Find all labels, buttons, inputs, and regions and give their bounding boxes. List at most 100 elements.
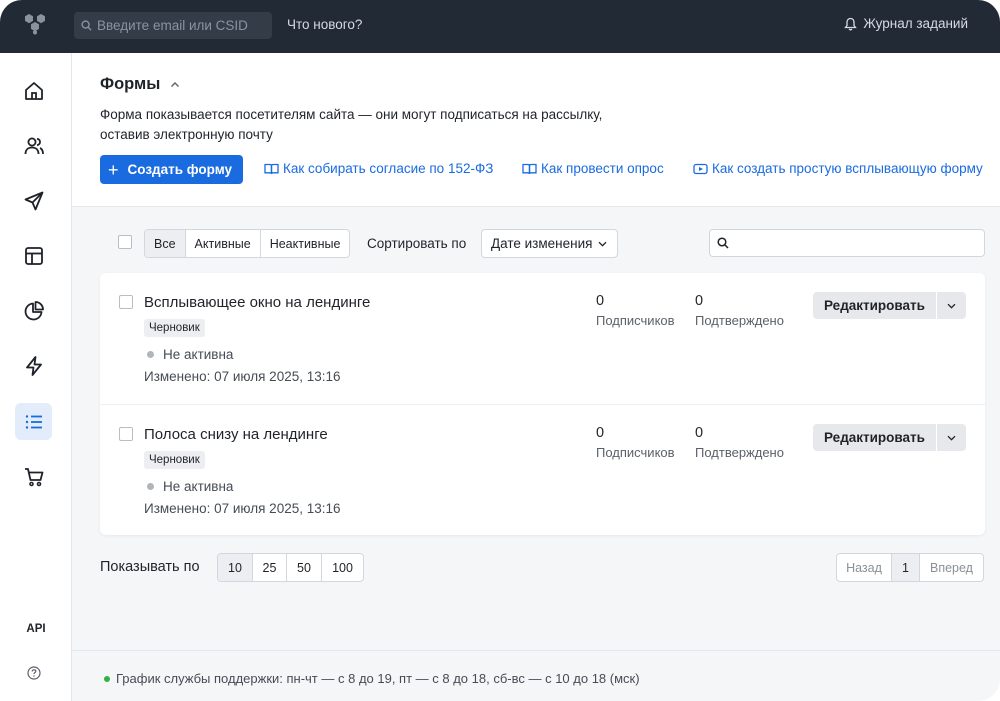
edit-button-group: Редактировать — [813, 292, 966, 319]
task-journal-label: Журнал заданий — [863, 16, 968, 31]
help-link-survey-label: Как провести опрос — [541, 161, 664, 176]
confirmed-stat: 0 Подтверждено — [695, 293, 784, 328]
confirmed-count: 0 — [695, 425, 704, 441]
sort-select-value: Дате изменения — [491, 236, 593, 251]
page-header: Формы Форма показывается посетителям сай… — [72, 53, 1000, 207]
status-dot-icon — [147, 351, 154, 358]
prev-page-button[interactable]: Назад — [837, 554, 892, 581]
help-link-popup-video[interactable]: Как создать простую всплывающую форму — [693, 161, 983, 176]
chevron-up-icon[interactable] — [170, 81, 180, 88]
edit-dropdown-button[interactable] — [937, 292, 966, 319]
whats-new-link[interactable]: Что нового? — [287, 17, 362, 32]
users-icon — [24, 137, 44, 154]
form-status-label: Не активна — [163, 347, 234, 362]
form-changed-date: Изменено: 07 июля 2025, 13:16 — [144, 369, 341, 384]
edit-button[interactable]: Редактировать — [813, 292, 936, 319]
page-size-selector: 10 25 50 100 — [217, 553, 364, 582]
confirmed-count: 0 — [695, 293, 704, 309]
status-dot-icon — [147, 483, 154, 490]
page-title-row[interactable]: Формы — [100, 75, 180, 94]
help-icon[interactable] — [27, 666, 41, 680]
list-icon — [25, 414, 42, 429]
sidebar-item-reports[interactable] — [15, 292, 52, 329]
page-size-25[interactable]: 25 — [253, 554, 287, 581]
sort-select[interactable]: Дате изменения — [481, 229, 618, 258]
send-icon — [24, 191, 43, 210]
confirmed-label: Подтверждено — [695, 313, 784, 328]
edit-dropdown-button[interactable] — [937, 424, 966, 451]
subscribers-stat: 0 Подписчиков — [596, 293, 675, 328]
cart-icon — [24, 467, 43, 486]
sidebar-item-contacts[interactable] — [15, 127, 52, 164]
subscribers-stat: 0 Подписчиков — [596, 425, 675, 460]
sidebar: API — [0, 53, 72, 701]
tab-inactive[interactable]: Неактивные — [261, 230, 350, 257]
next-page-button[interactable]: Вперед — [920, 554, 983, 581]
sidebar-item-ecommerce[interactable] — [15, 458, 52, 495]
plus-icon: + — [108, 159, 119, 180]
confirmed-label: Подтверждено — [695, 445, 784, 460]
page-size-10[interactable]: 10 — [218, 554, 253, 581]
list-item: Всплывающее окно на лендинге Черновик Не… — [100, 273, 985, 404]
tab-all[interactable]: Все — [145, 230, 186, 257]
pager: Назад 1 Вперед — [836, 553, 984, 582]
footer-divider — [72, 650, 1000, 651]
subscribers-label: Подписчиков — [596, 445, 675, 460]
sidebar-item-templates[interactable] — [15, 237, 52, 274]
select-all-checkbox[interactable] — [118, 235, 132, 249]
top-bar: Введите email или CSID Что нового? Журна… — [0, 0, 1000, 53]
task-journal-link[interactable]: Журнал заданий — [844, 16, 968, 31]
app-frame: Введите email или CSID Что нового? Журна… — [0, 0, 1000, 701]
chevron-down-icon — [947, 435, 956, 441]
support-schedule-text: График службы поддержки: пн-чт — с 8 до … — [116, 671, 640, 686]
form-name-link[interactable]: Всплывающее окно на лендинге — [144, 294, 370, 311]
page-number-current[interactable]: 1 — [892, 554, 920, 581]
page-size-label: Показывать по — [100, 559, 200, 575]
sidebar-item-home[interactable] — [15, 72, 52, 109]
video-play-icon — [693, 163, 708, 174]
home-icon — [24, 81, 43, 100]
global-search-placeholder: Введите email или CSID — [97, 18, 248, 33]
global-search-input[interactable]: Введите email или CSID — [74, 12, 272, 39]
book-icon — [264, 163, 279, 174]
sidebar-item-campaigns[interactable] — [15, 182, 52, 219]
sidebar-item-automation[interactable] — [15, 347, 52, 384]
subscribers-label: Подписчиков — [596, 313, 675, 328]
status-badge: Черновик — [144, 319, 205, 337]
forms-list: Всплывающее окно на лендинге Черновик Не… — [100, 273, 985, 535]
form-name-link[interactable]: Полоса снизу на лендинге — [144, 426, 328, 443]
subscribers-count: 0 — [596, 425, 605, 441]
search-icon — [717, 237, 729, 249]
forms-search-input[interactable] — [709, 229, 985, 257]
status-badge: Черновик — [144, 451, 205, 469]
create-form-button[interactable]: + Создать форму — [100, 155, 243, 184]
support-schedule: График службы поддержки: пн-чт — с 8 до … — [104, 671, 640, 686]
online-dot-icon — [104, 675, 110, 682]
form-changed-date: Изменено: 07 июля 2025, 13:16 — [144, 501, 341, 516]
help-link-consent[interactable]: Как собирать согласие по 152-ФЗ — [264, 161, 493, 176]
sidebar-api-link[interactable]: API — [0, 623, 72, 635]
edit-button-group: Редактировать — [813, 424, 966, 451]
help-link-consent-label: Как собирать согласие по 152-ФЗ — [283, 161, 494, 176]
subscribers-count: 0 — [596, 293, 605, 309]
help-link-survey[interactable]: Как провести опрос — [522, 161, 664, 176]
lightning-icon — [25, 355, 42, 376]
form-status: Не активна — [147, 479, 233, 494]
sidebar-item-forms[interactable] — [15, 403, 52, 440]
page-size-100[interactable]: 100 — [322, 554, 363, 581]
create-form-label: Создать форму — [127, 162, 233, 177]
form-status: Не активна — [147, 347, 233, 362]
page-size-50[interactable]: 50 — [287, 554, 322, 581]
row-checkbox[interactable] — [119, 427, 133, 441]
bell-icon — [844, 17, 858, 30]
edit-button[interactable]: Редактировать — [813, 424, 936, 451]
help-link-popup-label: Как создать простую всплывающую форму — [712, 161, 983, 176]
book-icon — [522, 163, 537, 174]
logo-icon[interactable] — [22, 10, 50, 38]
tab-active[interactable]: Активные — [186, 230, 261, 257]
chevron-down-icon — [947, 303, 956, 309]
page-title: Формы — [100, 75, 161, 93]
list-item: Полоса снизу на лендинге Черновик Не акт… — [100, 404, 985, 535]
row-checkbox[interactable] — [119, 295, 133, 309]
form-status-label: Не активна — [163, 479, 234, 494]
